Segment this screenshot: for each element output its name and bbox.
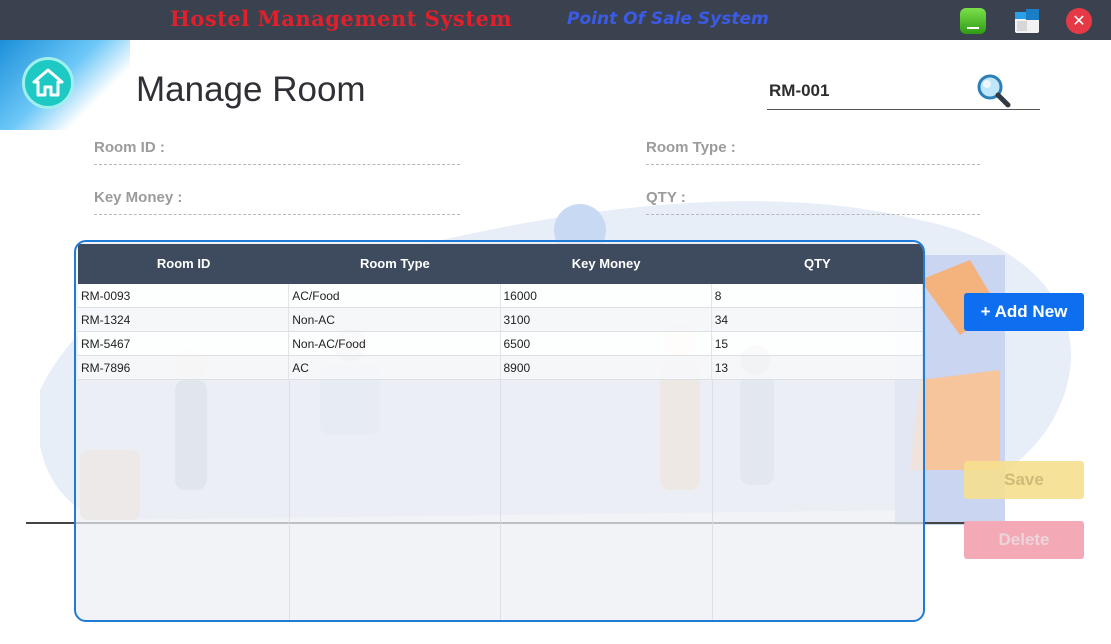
qty-label: QTY :: [646, 189, 686, 206]
search-input[interactable]: [767, 72, 977, 110]
room-type-field[interactable]: [646, 164, 980, 165]
home-icon[interactable]: [22, 57, 74, 109]
close-icon[interactable]: ✕: [1066, 8, 1092, 34]
cell-key-money: 6500: [501, 332, 712, 355]
cell-room-type: AC/Food: [289, 284, 501, 307]
table-row[interactable]: RM-7896 AC 8900 13: [78, 356, 923, 380]
table-header: Room ID Room Type Key Money QTY: [78, 244, 923, 284]
cell-qty: 34: [712, 308, 923, 331]
cell-qty: 8: [712, 284, 923, 307]
table-body: RM-0093 AC/Food 16000 8 RM-1324 Non-AC 3…: [78, 284, 923, 380]
room-table[interactable]: Room ID Room Type Key Money QTY RM-0093 …: [74, 240, 925, 622]
cell-room-id: RM-7896: [78, 356, 290, 379]
key-money-label: Key Money :: [94, 189, 183, 206]
cell-room-id: RM-1324: [78, 308, 290, 331]
cell-room-id: RM-5467: [78, 332, 290, 355]
search-icon[interactable]: [974, 72, 1012, 110]
room-id-label: Room ID :: [94, 139, 165, 156]
page-title: Manage Room: [136, 70, 366, 109]
cell-key-money: 8900: [501, 356, 712, 379]
cell-qty: 13: [712, 356, 923, 379]
column-header-room-type[interactable]: Room Type: [289, 244, 500, 284]
minimize-icon[interactable]: [960, 8, 986, 34]
table-row[interactable]: RM-1324 Non-AC 3100 34: [78, 308, 923, 332]
cell-qty: 15: [712, 332, 923, 355]
room-id-field[interactable]: [94, 164, 460, 165]
key-money-field[interactable]: [94, 214, 460, 215]
cell-room-type: AC: [289, 356, 501, 379]
app-subtitle: Point Of Sale System: [567, 9, 769, 29]
cell-key-money: 16000: [501, 284, 712, 307]
cell-room-type: Non-AC: [289, 308, 501, 331]
delete-button[interactable]: Delete: [964, 521, 1084, 559]
table-row[interactable]: RM-0093 AC/Food 16000 8: [78, 284, 923, 308]
title-bar: Hostel Management System Point Of Sale S…: [0, 0, 1111, 40]
table-row[interactable]: RM-5467 Non-AC/Food 6500 15: [78, 332, 923, 356]
column-header-room-id[interactable]: Room ID: [78, 244, 289, 284]
cell-key-money: 3100: [501, 308, 712, 331]
save-button[interactable]: Save: [964, 461, 1084, 499]
app-title: Hostel Management System: [170, 6, 513, 31]
add-new-button[interactable]: + Add New: [964, 293, 1084, 331]
column-header-qty[interactable]: QTY: [712, 244, 923, 284]
cell-room-id: RM-0093: [78, 284, 290, 307]
column-header-key-money[interactable]: Key Money: [501, 244, 712, 284]
cell-room-type: Non-AC/Food: [289, 332, 501, 355]
restore-icon[interactable]: [1014, 8, 1040, 34]
room-type-label: Room Type :: [646, 139, 736, 156]
qty-field[interactable]: [646, 214, 980, 215]
